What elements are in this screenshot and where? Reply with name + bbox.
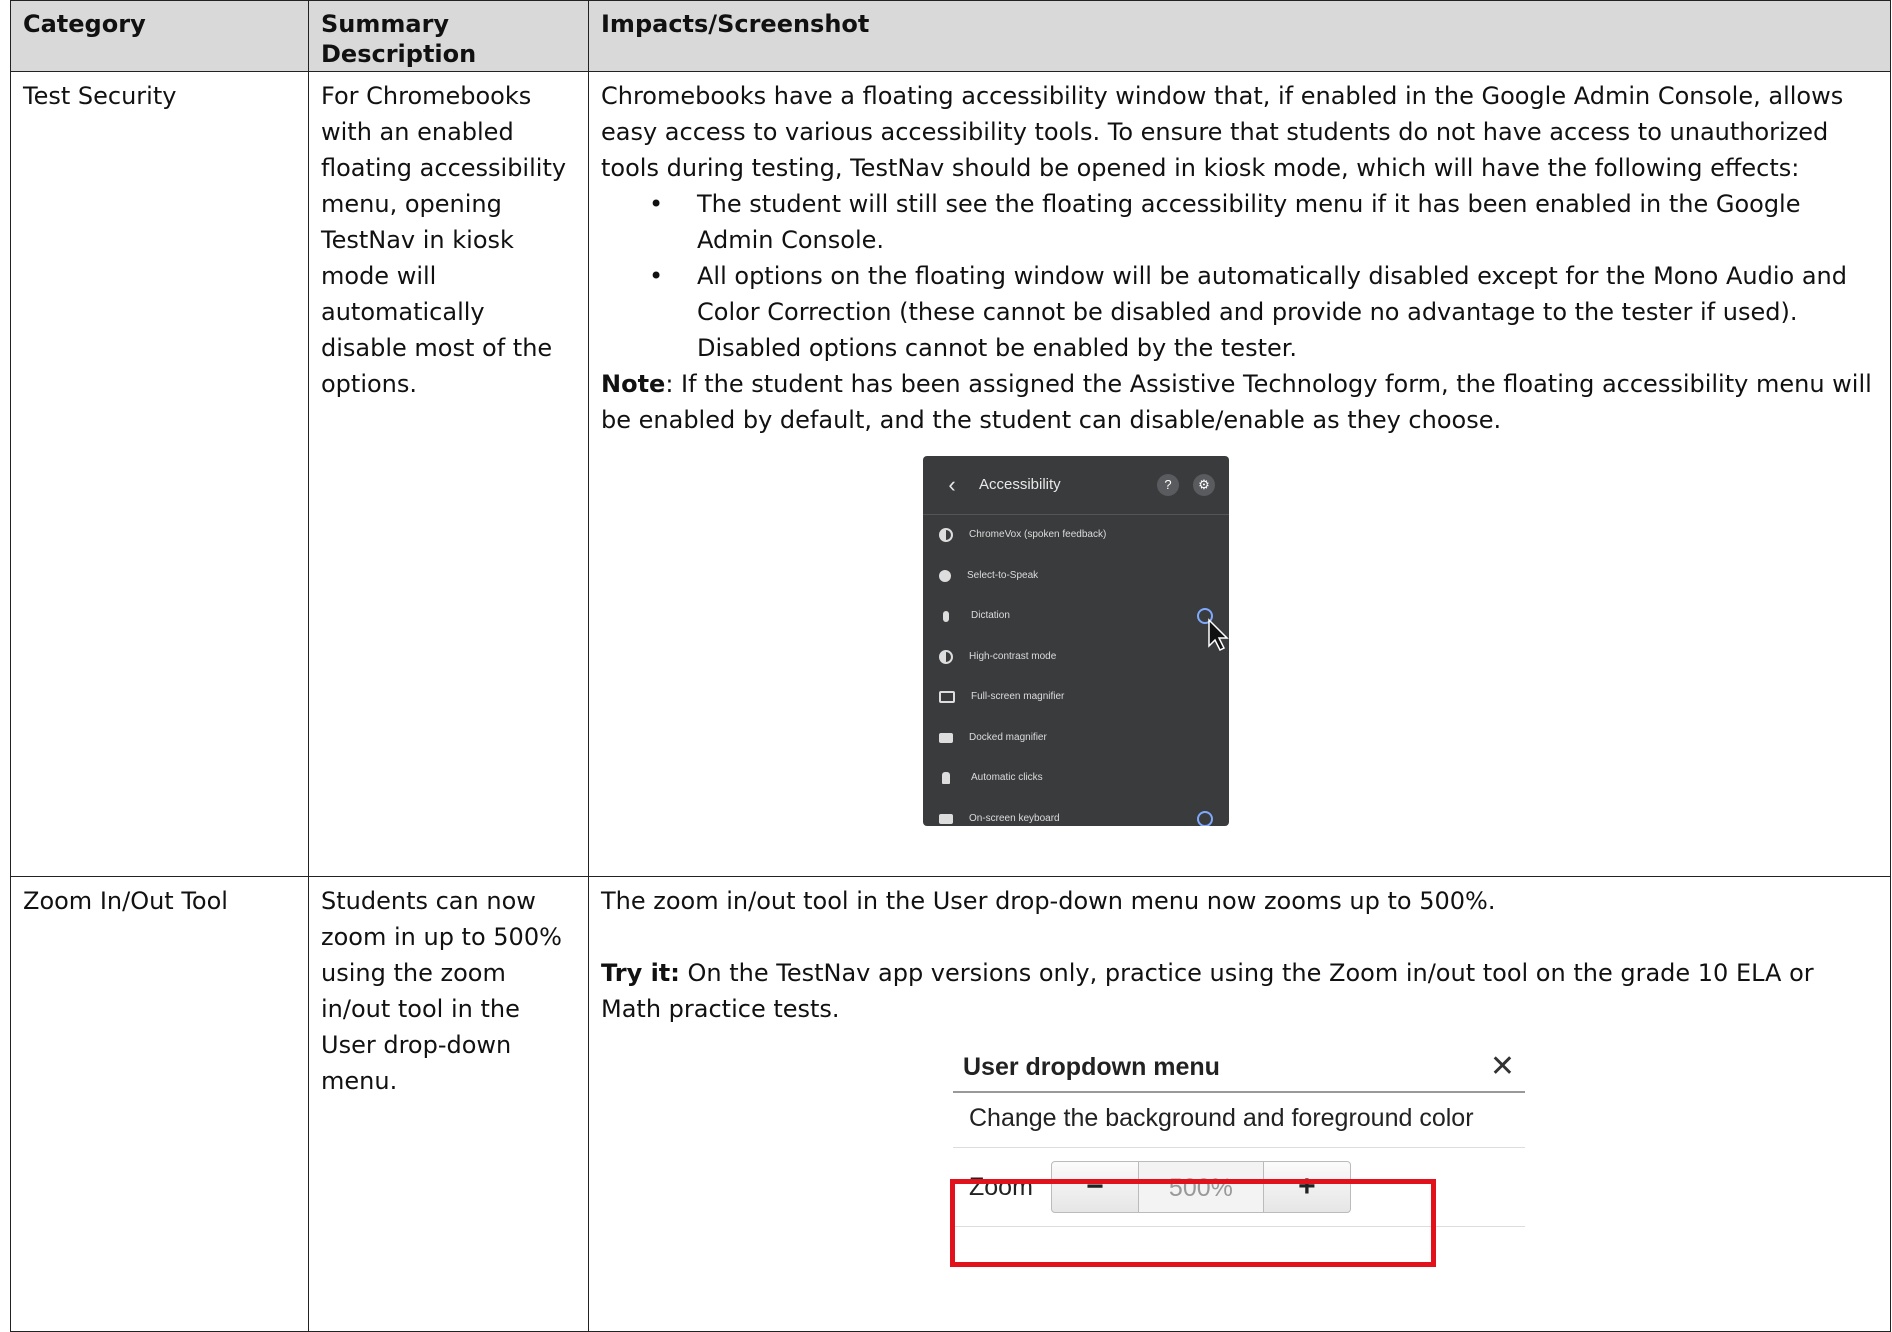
table-row: Zoom In/Out Tool Students can now zoom i… <box>10 876 1891 1332</box>
impacts-intro: Chromebooks have a floating accessibilit… <box>601 82 1844 182</box>
note-label: Note <box>601 370 666 398</box>
accessibility-item: On-screen keyboard <box>923 799 1229 826</box>
header-category: Category <box>10 0 309 72</box>
pointer-icon <box>942 772 950 785</box>
header-summary: Summary Description <box>308 0 589 72</box>
accessibility-item: Full-screen magnifier <box>923 677 1229 718</box>
category-cell: Test Security <box>10 71 309 877</box>
close-icon[interactable]: ✕ <box>1490 1049 1515 1085</box>
category-cell: Zoom In/Out Tool <box>10 876 309 1332</box>
check-circle-icon <box>1197 810 1213 826</box>
try-it-paragraph: Try it: On the TestNav app versions only… <box>601 955 1878 1027</box>
note-text: : If the student has been assigned the A… <box>601 370 1872 434</box>
user-dropdown-header: User dropdown menu ✕ <box>953 1043 1525 1093</box>
gear-icon: ⚙ <box>1193 474 1215 496</box>
mic-icon <box>943 610 949 622</box>
header-row: Category Summary Description Impacts/Scr… <box>10 0 1891 72</box>
keyboard-icon <box>939 813 953 824</box>
try-it-text: On the TestNav app versions only, practi… <box>601 959 1814 1023</box>
chevron-left-icon: ‹ <box>948 472 956 497</box>
contrast-icon <box>939 649 953 664</box>
impacts-cell: Chromebooks have a floating accessibilit… <box>588 71 1891 877</box>
chromevox-icon <box>939 528 953 543</box>
accessibility-menu-screenshot: ‹ Accessibility ? ⚙ ChromeVox (spoken fe… <box>923 456 1229 826</box>
note-paragraph: Note: If the student has been assigned t… <box>601 366 1878 438</box>
user-dropdown-title: User dropdown menu <box>963 1053 1220 1081</box>
impacts-intro: The zoom in/out tool in the User drop-do… <box>601 887 1496 915</box>
mouse-cursor-icon <box>1208 618 1229 652</box>
summary-cell: Students can now zoom in up to 500% usin… <box>308 876 589 1332</box>
magnifier-icon <box>939 691 955 704</box>
accessibility-item: Automatic clicks <box>923 758 1229 799</box>
table-row: Test Security For Chromebooks with an en… <box>10 71 1891 877</box>
impacts-cell: The zoom in/out tool in the User drop-do… <box>588 876 1891 1332</box>
user-dropdown-screenshot: User dropdown menu ✕ Change the backgrou… <box>950 1043 1525 1267</box>
docked-magnifier-icon <box>939 732 953 743</box>
accessibility-item: ChromeVox (spoken feedback) <box>923 515 1229 556</box>
help-icon: ? <box>1157 474 1179 496</box>
accessibility-item: Docked magnifier <box>923 718 1229 759</box>
select-to-speak-icon <box>939 569 951 582</box>
accessibility-title: Accessibility <box>979 476 1061 493</box>
list-item: All options on the floating window will … <box>601 258 1878 366</box>
header-impacts: Impacts/Screenshot <box>588 0 1891 72</box>
effects-list: The student will still see the floating … <box>601 186 1878 366</box>
release-notes-table: Category Summary Description Impacts/Scr… <box>10 0 1891 1332</box>
summary-cell: For Chromebooks with an enabled floating… <box>308 71 589 877</box>
accessibility-header: ‹ Accessibility ? ⚙ <box>923 456 1229 515</box>
accessibility-item: Select-to-Speak <box>923 556 1229 597</box>
accessibility-item: Dictation <box>923 596 1229 637</box>
list-item: The student will still see the floating … <box>601 186 1878 258</box>
color-option[interactable]: Change the background and foreground col… <box>953 1093 1525 1148</box>
accessibility-item: High-contrast mode <box>923 637 1229 678</box>
try-it-label: Try it: <box>601 959 680 987</box>
zoom-highlight-box <box>950 1179 1436 1267</box>
